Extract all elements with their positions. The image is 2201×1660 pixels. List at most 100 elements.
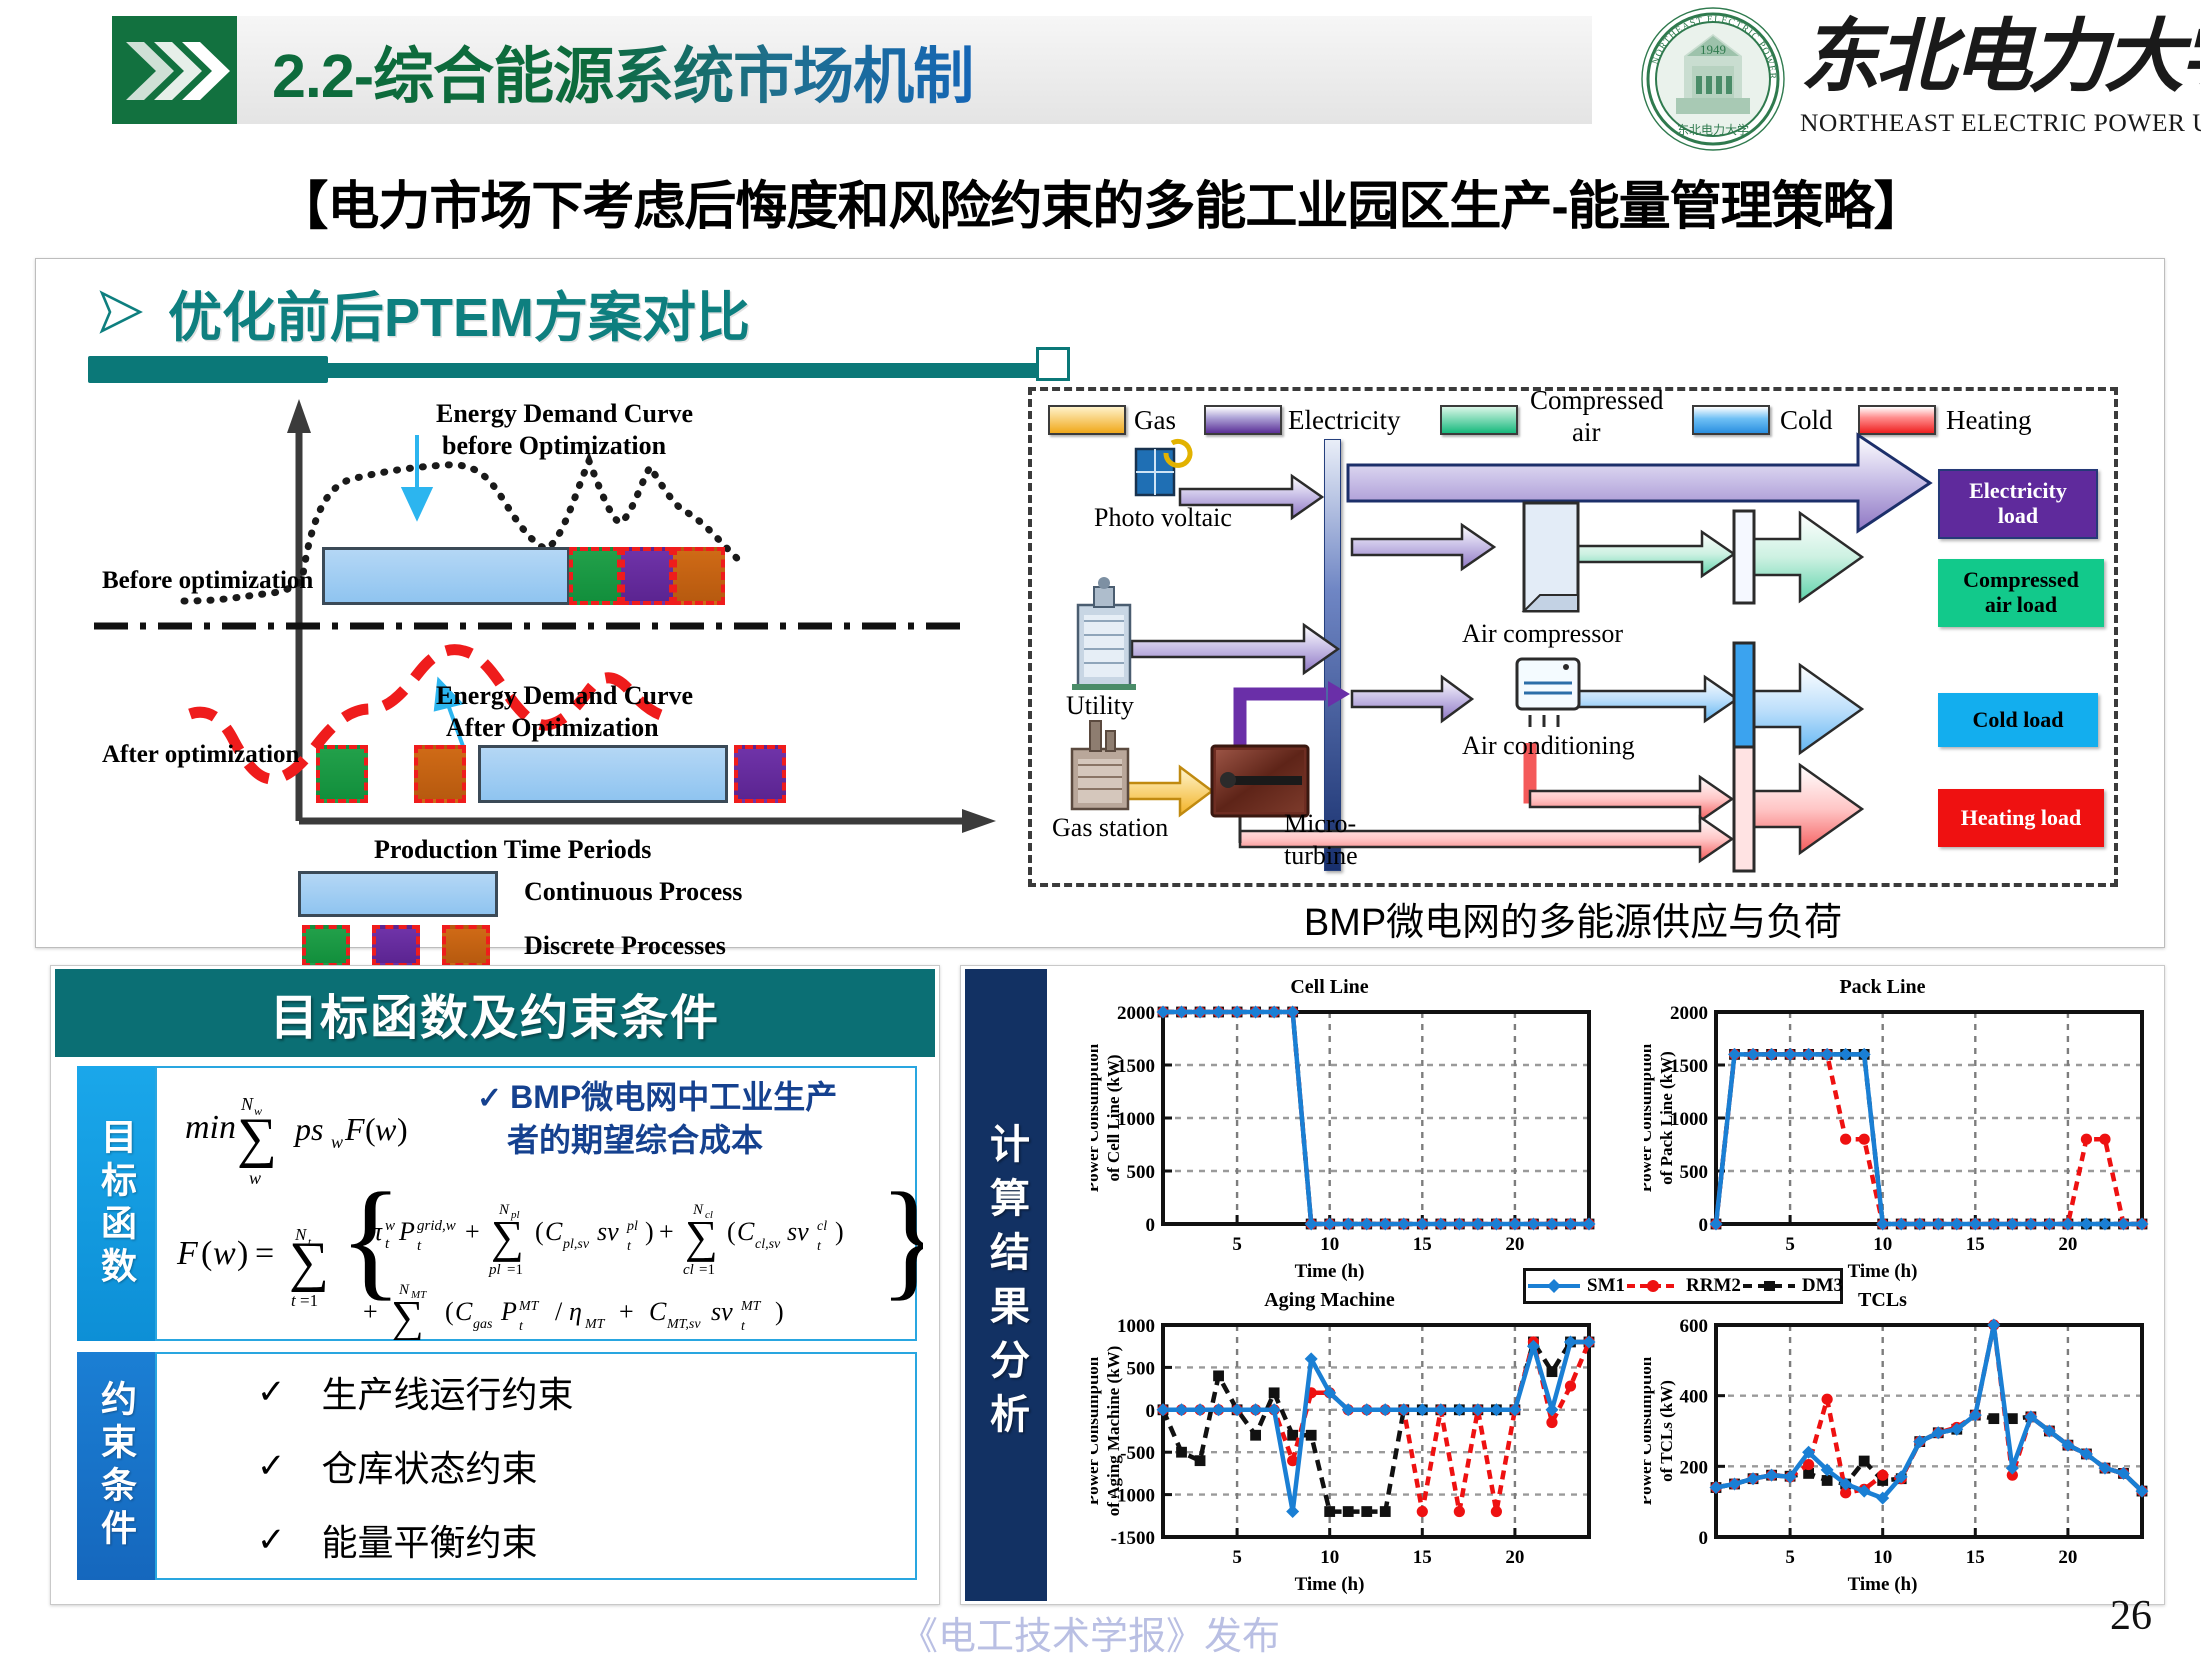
section-bullet-label: 优化前后PTEM方案对比 <box>168 287 751 348</box>
svg-text:π: π <box>369 1217 383 1246</box>
svg-text:15: 15 <box>1413 1234 1432 1255</box>
legend-line-sm1-icon <box>1528 1279 1580 1293</box>
chart-xlabel-aging-machine: Time (h) <box>1294 1574 1365 1595</box>
before-optimization-label: Before optimization <box>102 567 314 594</box>
svg-text:15: 15 <box>1966 1547 1985 1568</box>
svg-text:cl,sv: cl,sv <box>755 1237 781 1252</box>
divider-end-square <box>1036 347 1070 381</box>
svg-text:15: 15 <box>1413 1547 1432 1568</box>
results-vertical-tab: 计算结果分析 <box>965 969 1047 1601</box>
load-heating-label: Heating load <box>1960 804 2082 830</box>
chart-legend-item-rrm2: RRM2 <box>1625 1275 1741 1297</box>
svg-text:5: 5 <box>1232 1234 1242 1255</box>
svg-text:10: 10 <box>1873 1234 1892 1255</box>
svg-text:t: t <box>817 1239 822 1254</box>
svg-text:10: 10 <box>1320 1234 1339 1255</box>
svg-text:5: 5 <box>1232 1547 1242 1568</box>
university-logo: 1949 NORTHEAST ELECTRIC POWER UNIVERSITY… <box>1640 4 2201 156</box>
device-label-air-conditioning: Air conditioning <box>1462 731 1635 760</box>
svg-text:∑: ∑ <box>289 1231 329 1293</box>
process-bar-continuous-after <box>478 745 728 803</box>
svg-text:+: + <box>659 1217 674 1246</box>
svg-text:2000: 2000 <box>1670 1003 1708 1024</box>
svg-text:-1500: -1500 <box>1111 1528 1155 1549</box>
svg-text:+: + <box>619 1297 634 1326</box>
check-icon: ✓ <box>257 1373 286 1411</box>
svg-text:w: w <box>213 1235 236 1272</box>
load-electricity-l2: load <box>1997 503 2039 528</box>
chart-legend-item-dm3: DM3 <box>1741 1275 1843 1297</box>
svg-text:C: C <box>455 1297 473 1326</box>
svg-text:t: t <box>417 1238 422 1254</box>
svg-text:P: P <box>500 1297 517 1326</box>
svg-text:15: 15 <box>1966 1234 1985 1255</box>
svg-text:200: 200 <box>1680 1457 1709 1478</box>
constraints-tab: 约束条件 <box>77 1352 155 1580</box>
svg-text:MT: MT <box>518 1299 540 1314</box>
load-compressed-l2: air load <box>1984 592 2058 617</box>
chart-plot-tcls: 0 200 400 600 5 10 15 20 Power Consumption of TCL… <box>1644 1316 2149 1568</box>
svg-text:): ) <box>775 1297 784 1326</box>
svg-text:(: ( <box>727 1217 736 1246</box>
results-panel: 计算结果分析 Cell Line 0 500 1000 1500 2000 5 10 15 20… <box>960 965 2165 1605</box>
device-label-micro-turbine-1: Micro- <box>1284 809 1357 838</box>
load-box-electricity: Electricity load <box>1938 469 2098 539</box>
svg-text:}: } <box>879 1165 923 1312</box>
legend-swatch-continuous <box>298 871 498 917</box>
objective-and-constraints-panel: 目标函数及约束条件 目标函数 ✓ BMP微电网中工业生产 者的期望综合成本 min… <box>50 965 940 1605</box>
check-icon: ✓ <box>257 1447 286 1485</box>
results-charts-grid: Cell Line 0 500 1000 1500 2000 5 10 15 20 Power C… <box>1053 972 2159 1598</box>
svg-text:/: / <box>555 1297 563 1326</box>
constraints-tab-label: 约束条件 <box>96 1380 137 1552</box>
legend-line-dm3-icon <box>1742 1281 1795 1291</box>
svg-text:Power Consumption: Power Consumption <box>1091 1043 1102 1192</box>
svg-text:2000: 2000 <box>1117 1003 1155 1024</box>
svg-text:MT: MT <box>740 1299 762 1314</box>
slide-header: 2.2-综合能源系统市场机制 1949 NORTHEAST ELECTRIC P… <box>0 0 2201 160</box>
svg-text:0: 0 <box>1146 1215 1156 1236</box>
source-label-photovoltaic: Photo voltaic <box>1094 503 1232 532</box>
device-label-micro-turbine-2: turbine <box>1284 841 1358 870</box>
objective-function-tab: 目标函数 <box>77 1066 155 1341</box>
bmp-energy-flow-diagram: Gas Electricity Compressed air Cold Heat… <box>1028 385 2118 887</box>
curve-before-label-line1: Energy Demand Curve <box>436 399 694 428</box>
footer-watermark: 《电工技术学报》发布 <box>900 1616 1281 1658</box>
legend-swatch-discrete-orange <box>442 925 490 967</box>
process-bar-continuous-before <box>322 547 570 605</box>
constraint-item-0: ✓ 生产线运行约束 <box>257 1366 915 1418</box>
chart-cell-line: Cell Line 0 500 1000 1500 2000 5 10 15 20 Power C… <box>1053 972 1606 1285</box>
university-name-en: NORTHEAST ELECTRIC POWER UNIVERSITY <box>1800 108 2201 137</box>
curve-after-label-line1: Energy Demand Curve <box>436 681 694 710</box>
svg-text:ps: ps <box>293 1111 323 1147</box>
svg-text:of Pack Line (kW): of Pack Line (kW) <box>1657 1051 1676 1185</box>
svg-text:20: 20 <box>1505 1547 1524 1568</box>
svg-text:t: t <box>741 1319 746 1334</box>
svg-text:cl: cl <box>683 1262 694 1278</box>
chart-plot-pack-line: 05001000150020005 10 15 20Power Consumption… <box>1644 1003 2149 1255</box>
constraint-label-0: 生产线运行约束 <box>321 1374 574 1415</box>
svg-text:(: ( <box>535 1217 544 1246</box>
chart-legend-label-rrm2: RRM2 <box>1686 1275 1741 1296</box>
svg-text:MT: MT <box>584 1317 606 1332</box>
legend-swatch-discrete-green <box>302 925 350 967</box>
svg-text:20: 20 <box>1505 1234 1524 1255</box>
svg-text:500: 500 <box>1127 1358 1156 1379</box>
process-bar-discrete-purple-after <box>734 745 786 803</box>
legend-line-rrm2-icon <box>1627 1280 1679 1292</box>
svg-text:η: η <box>569 1297 582 1326</box>
university-name-cn-icon: 东北电力大学 <box>1800 10 2200 103</box>
constraint-label-2: 能量平衡约束 <box>321 1522 538 1563</box>
svg-text:w: w <box>385 1218 395 1234</box>
svg-text:∑: ∑ <box>391 1291 424 1340</box>
process-bar-discrete-green-after <box>316 745 368 803</box>
legend-label-continuous: Continuous Process <box>524 877 743 906</box>
chart-plot-aging-machine: -1500-1000-500050010005 10 15 20Power Consu… <box>1091 1316 1596 1568</box>
chart-legend-label-sm1: SM1 <box>1587 1275 1625 1296</box>
svg-text:500: 500 <box>1127 1162 1156 1183</box>
svg-text:600: 600 <box>1680 1316 1709 1337</box>
svg-text:Power Consumption: Power Consumption <box>1644 1356 1655 1505</box>
svg-text:500: 500 <box>1680 1162 1709 1183</box>
svg-text:(: ( <box>445 1297 454 1326</box>
after-optimization-label: After optimization <box>102 741 300 768</box>
source-label-utility: Utility <box>1066 691 1134 720</box>
